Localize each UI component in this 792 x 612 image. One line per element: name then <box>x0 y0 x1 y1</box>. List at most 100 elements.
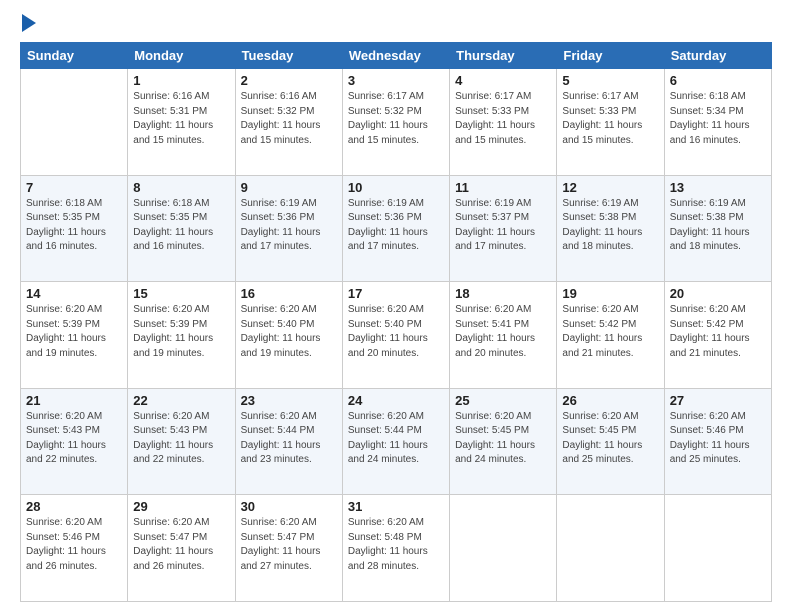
calendar-cell: 7 Sunrise: 6:18 AM Sunset: 5:35 PM Daylig… <box>21 175 128 282</box>
day-info: Sunrise: 6:20 AM Sunset: 5:48 PM Dayligh… <box>348 516 444 574</box>
calendar-cell: 2 Sunrise: 6:16 AM Sunset: 5:32 PM Daylig… <box>235 69 342 176</box>
day-number: 24 <box>348 393 444 408</box>
day-number: 25 <box>455 393 551 408</box>
day-info: Sunrise: 6:20 AM Sunset: 5:45 PM Dayligh… <box>455 410 551 468</box>
calendar-cell <box>21 69 128 176</box>
day-number: 16 <box>241 286 337 301</box>
weekday-thursday: Thursday <box>450 43 557 69</box>
day-number: 28 <box>26 499 122 514</box>
day-number: 22 <box>133 393 229 408</box>
week-row-3: 14 Sunrise: 6:20 AM Sunset: 5:39 PM Dayli… <box>21 282 772 389</box>
day-info: Sunrise: 6:20 AM Sunset: 5:47 PM Dayligh… <box>133 516 229 574</box>
day-info: Sunrise: 6:20 AM Sunset: 5:40 PM Dayligh… <box>241 303 337 361</box>
day-info: Sunrise: 6:17 AM Sunset: 5:33 PM Dayligh… <box>562 90 658 148</box>
day-number: 18 <box>455 286 551 301</box>
day-info: Sunrise: 6:19 AM Sunset: 5:38 PM Dayligh… <box>670 197 766 255</box>
calendar-cell <box>664 495 771 602</box>
day-info: Sunrise: 6:16 AM Sunset: 5:31 PM Dayligh… <box>133 90 229 148</box>
day-number: 14 <box>26 286 122 301</box>
calendar-cell: 1 Sunrise: 6:16 AM Sunset: 5:31 PM Daylig… <box>128 69 235 176</box>
calendar-cell: 29Sunrise: 6:20 AM Sunset: 5:47 PM Dayli… <box>128 495 235 602</box>
day-number: 2 <box>241 73 337 88</box>
day-info: Sunrise: 6:20 AM Sunset: 5:39 PM Dayligh… <box>133 303 229 361</box>
page: SundayMondayTuesdayWednesdayThursdayFrid… <box>0 0 792 612</box>
day-info: Sunrise: 6:20 AM Sunset: 5:41 PM Dayligh… <box>455 303 551 361</box>
weekday-tuesday: Tuesday <box>235 43 342 69</box>
day-number: 27 <box>670 393 766 408</box>
weekday-header-row: SundayMondayTuesdayWednesdayThursdayFrid… <box>21 43 772 69</box>
day-info: Sunrise: 6:20 AM Sunset: 5:40 PM Dayligh… <box>348 303 444 361</box>
calendar-cell: 16 Sunrise: 6:20 AM Sunset: 5:40 PM Dayli… <box>235 282 342 389</box>
day-info: Sunrise: 6:20 AM Sunset: 5:46 PM Dayligh… <box>26 516 122 574</box>
day-info: Sunrise: 6:18 AM Sunset: 5:35 PM Dayligh… <box>133 197 229 255</box>
calendar-cell <box>450 495 557 602</box>
calendar-cell: 21Sunrise: 6:20 AM Sunset: 5:43 PM Dayli… <box>21 388 128 495</box>
calendar-cell: 25 Sunrise: 6:20 AM Sunset: 5:45 PM Dayli… <box>450 388 557 495</box>
day-info: Sunrise: 6:20 AM Sunset: 5:42 PM Dayligh… <box>670 303 766 361</box>
day-info: Sunrise: 6:20 AM Sunset: 5:44 PM Dayligh… <box>348 410 444 468</box>
calendar-cell: 17 Sunrise: 6:20 AM Sunset: 5:40 PM Dayli… <box>342 282 449 389</box>
day-number: 17 <box>348 286 444 301</box>
day-number: 20 <box>670 286 766 301</box>
calendar-cell: 10 Sunrise: 6:19 AM Sunset: 5:36 PM Dayli… <box>342 175 449 282</box>
week-row-5: 28 Sunrise: 6:20 AM Sunset: 5:46 PM Dayli… <box>21 495 772 602</box>
calendar-table: SundayMondayTuesdayWednesdayThursdayFrid… <box>20 42 772 602</box>
weekday-wednesday: Wednesday <box>342 43 449 69</box>
day-info: Sunrise: 6:20 AM Sunset: 5:45 PM Dayligh… <box>562 410 658 468</box>
calendar-cell: 22 Sunrise: 6:20 AM Sunset: 5:43 PM Dayli… <box>128 388 235 495</box>
calendar-cell: 30Sunrise: 6:20 AM Sunset: 5:47 PM Dayli… <box>235 495 342 602</box>
calendar-cell: 13Sunrise: 6:19 AM Sunset: 5:38 PM Dayli… <box>664 175 771 282</box>
calendar-cell: 3Sunrise: 6:17 AM Sunset: 5:32 PM Daylig… <box>342 69 449 176</box>
day-number: 11 <box>455 180 551 195</box>
day-number: 7 <box>26 180 122 195</box>
day-number: 8 <box>133 180 229 195</box>
calendar-cell: 26 Sunrise: 6:20 AM Sunset: 5:45 PM Dayli… <box>557 388 664 495</box>
day-info: Sunrise: 6:18 AM Sunset: 5:34 PM Dayligh… <box>670 90 766 148</box>
day-number: 23 <box>241 393 337 408</box>
week-row-4: 21Sunrise: 6:20 AM Sunset: 5:43 PM Dayli… <box>21 388 772 495</box>
day-number: 9 <box>241 180 337 195</box>
day-info: Sunrise: 6:17 AM Sunset: 5:32 PM Dayligh… <box>348 90 444 148</box>
calendar-cell: 31 Sunrise: 6:20 AM Sunset: 5:48 PM Dayli… <box>342 495 449 602</box>
weekday-friday: Friday <box>557 43 664 69</box>
day-info: Sunrise: 6:20 AM Sunset: 5:43 PM Dayligh… <box>133 410 229 468</box>
logo-arrow-icon <box>22 14 36 32</box>
day-number: 26 <box>562 393 658 408</box>
calendar-cell <box>557 495 664 602</box>
day-info: Sunrise: 6:19 AM Sunset: 5:36 PM Dayligh… <box>348 197 444 255</box>
day-info: Sunrise: 6:17 AM Sunset: 5:33 PM Dayligh… <box>455 90 551 148</box>
weekday-sunday: Sunday <box>21 43 128 69</box>
calendar-cell: 9 Sunrise: 6:19 AM Sunset: 5:36 PM Daylig… <box>235 175 342 282</box>
calendar-cell: 5 Sunrise: 6:17 AM Sunset: 5:33 PM Daylig… <box>557 69 664 176</box>
calendar-cell: 18 Sunrise: 6:20 AM Sunset: 5:41 PM Dayli… <box>450 282 557 389</box>
weekday-saturday: Saturday <box>664 43 771 69</box>
calendar-cell: 24 Sunrise: 6:20 AM Sunset: 5:44 PM Dayli… <box>342 388 449 495</box>
day-number: 10 <box>348 180 444 195</box>
calendar-cell: 28 Sunrise: 6:20 AM Sunset: 5:46 PM Dayli… <box>21 495 128 602</box>
day-info: Sunrise: 6:19 AM Sunset: 5:36 PM Dayligh… <box>241 197 337 255</box>
calendar-cell: 11 Sunrise: 6:19 AM Sunset: 5:37 PM Dayli… <box>450 175 557 282</box>
day-number: 1 <box>133 73 229 88</box>
day-number: 19 <box>562 286 658 301</box>
day-info: Sunrise: 6:20 AM Sunset: 5:46 PM Dayligh… <box>670 410 766 468</box>
header <box>20 16 772 32</box>
logo <box>20 16 36 32</box>
day-info: Sunrise: 6:20 AM Sunset: 5:39 PM Dayligh… <box>26 303 122 361</box>
calendar-cell: 27 Sunrise: 6:20 AM Sunset: 5:46 PM Dayli… <box>664 388 771 495</box>
day-number: 6 <box>670 73 766 88</box>
day-number: 5 <box>562 73 658 88</box>
calendar-cell: 14 Sunrise: 6:20 AM Sunset: 5:39 PM Dayli… <box>21 282 128 389</box>
day-number: 15 <box>133 286 229 301</box>
day-number: 12 <box>562 180 658 195</box>
calendar-cell: 23 Sunrise: 6:20 AM Sunset: 5:44 PM Dayli… <box>235 388 342 495</box>
week-row-2: 7 Sunrise: 6:18 AM Sunset: 5:35 PM Daylig… <box>21 175 772 282</box>
day-info: Sunrise: 6:20 AM Sunset: 5:44 PM Dayligh… <box>241 410 337 468</box>
calendar-cell: 20 Sunrise: 6:20 AM Sunset: 5:42 PM Dayli… <box>664 282 771 389</box>
calendar-cell: 8 Sunrise: 6:18 AM Sunset: 5:35 PM Daylig… <box>128 175 235 282</box>
day-info: Sunrise: 6:20 AM Sunset: 5:43 PM Dayligh… <box>26 410 122 468</box>
day-number: 31 <box>348 499 444 514</box>
day-number: 4 <box>455 73 551 88</box>
day-info: Sunrise: 6:16 AM Sunset: 5:32 PM Dayligh… <box>241 90 337 148</box>
day-info: Sunrise: 6:18 AM Sunset: 5:35 PM Dayligh… <box>26 197 122 255</box>
day-info: Sunrise: 6:19 AM Sunset: 5:37 PM Dayligh… <box>455 197 551 255</box>
